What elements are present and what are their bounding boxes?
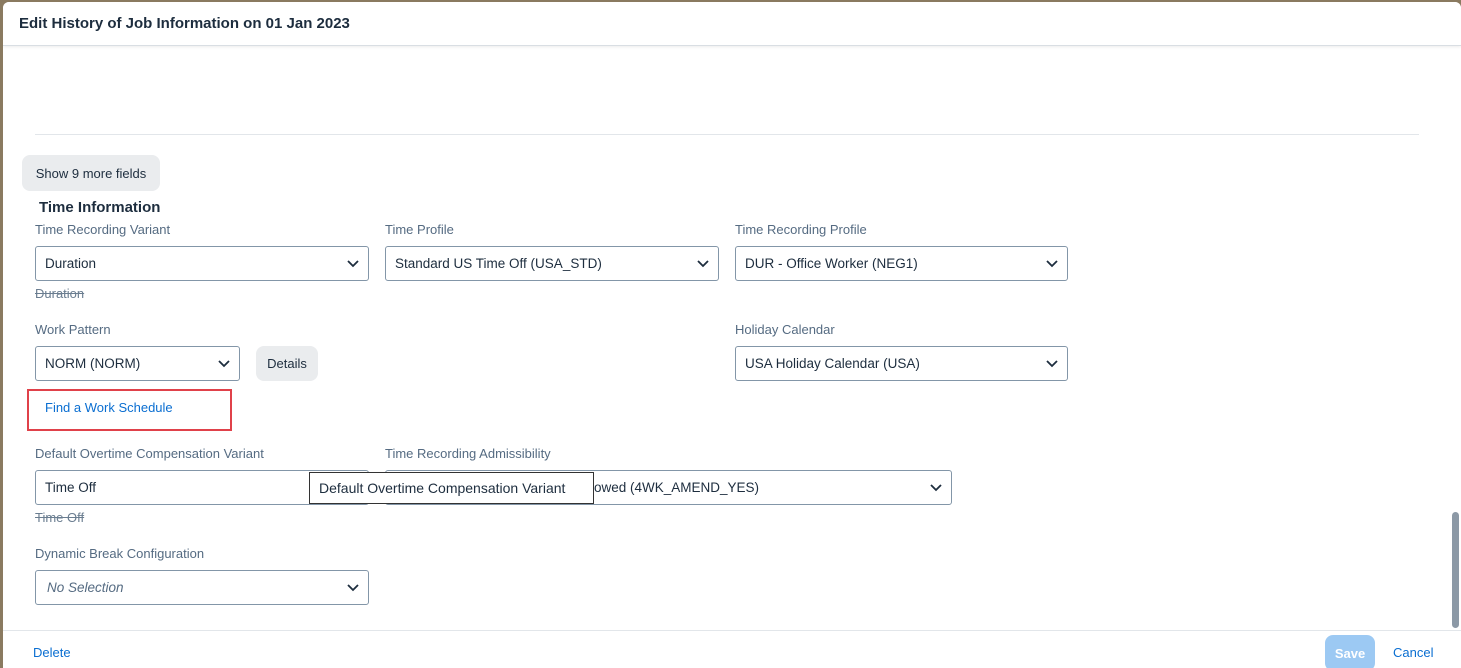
time-recording-variant-previous-value: Duration [35, 286, 85, 301]
chevron-down-icon [1037, 247, 1067, 280]
time-profile-label: Time Profile [385, 222, 454, 237]
highlight-box [27, 389, 232, 431]
dialog-header: Edit History of Job Information on 01 Ja… [3, 2, 1461, 46]
time-recording-variant-value: Duration [45, 256, 97, 271]
time-recording-variant-label: Time Recording Variant [35, 222, 171, 237]
time-recording-profile-value: DUR - Office Worker (NEG1) [745, 256, 918, 271]
save-button[interactable]: Save [1325, 635, 1375, 668]
cancel-button[interactable]: Cancel [1393, 645, 1433, 660]
delete-button[interactable]: Delete [33, 645, 71, 660]
time-recording-admissibility-label: Time Recording Admissibility [385, 446, 551, 461]
work-pattern-value: NORM (NORM) [45, 356, 141, 371]
default-overtime-label: Default Overtime Compensation Variant [35, 446, 264, 461]
dialog-title: Edit History of Job Information on 01 Ja… [19, 15, 350, 32]
time-recording-admissibility-value: owed (4WK_AMEND_YES) [594, 480, 760, 495]
section-title-time-information: Time Information [39, 199, 161, 216]
holiday-calendar-value: USA Holiday Calendar (USA) [745, 356, 920, 371]
show-more-fields-button[interactable]: Show 9 more fields [22, 155, 160, 191]
chevron-down-icon [338, 247, 368, 280]
holiday-calendar-select[interactable]: USA Holiday Calendar (USA) [735, 346, 1068, 381]
default-overtime-previous-value: Time Off [35, 510, 85, 525]
holiday-calendar-label: Holiday Calendar [735, 322, 835, 337]
tooltip: Default Overtime Compensation Variant [309, 472, 594, 504]
work-pattern-label: Work Pattern [35, 322, 111, 337]
work-pattern-details-button[interactable]: Details [256, 346, 318, 381]
time-profile-select[interactable]: Standard US Time Off (USA_STD) [385, 246, 719, 281]
time-profile-value: Standard US Time Off (USA_STD) [395, 256, 602, 271]
time-recording-profile-select[interactable]: DUR - Office Worker (NEG1) [735, 246, 1068, 281]
work-pattern-select[interactable]: NORM (NORM) [35, 346, 240, 381]
chevron-down-icon [338, 571, 368, 604]
time-recording-variant-select[interactable]: Duration [35, 246, 369, 281]
chevron-down-icon [921, 471, 951, 504]
time-recording-profile-label: Time Recording Profile [735, 222, 867, 237]
chevron-down-icon [688, 247, 718, 280]
edit-history-dialog: Edit History of Job Information on 01 Ja… [3, 2, 1461, 668]
dialog-footer: Delete Save Cancel [3, 630, 1461, 668]
dynamic-break-select[interactable]: No Selection [35, 570, 369, 605]
vertical-scrollbar[interactable] [1452, 512, 1459, 628]
dynamic-break-label: Dynamic Break Configuration [35, 546, 205, 561]
chevron-down-icon [209, 347, 239, 380]
dynamic-break-value: No Selection [47, 580, 124, 595]
chevron-down-icon [1037, 347, 1067, 380]
section-divider [35, 134, 1419, 135]
